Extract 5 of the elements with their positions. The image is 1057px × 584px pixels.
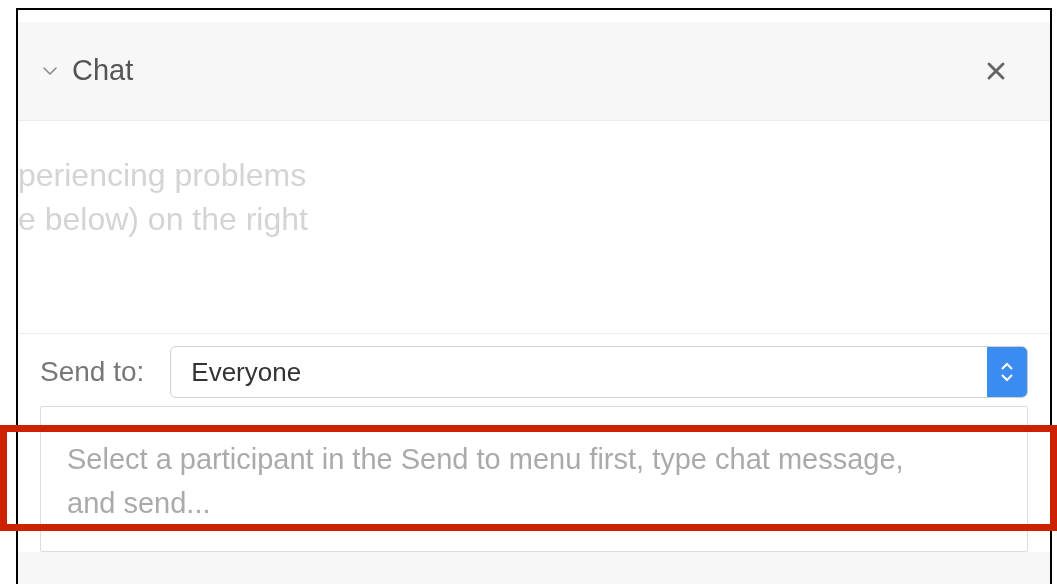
message-field[interactable]: Select a participant in the Send to menu first, type chat message, and send... [40, 406, 1028, 552]
recipient-dropdown[interactable]: Everyone [170, 346, 1028, 398]
stepper-icon [987, 347, 1027, 397]
send-to-label: Send to: [40, 355, 145, 389]
chat-title: Chat [72, 53, 134, 89]
